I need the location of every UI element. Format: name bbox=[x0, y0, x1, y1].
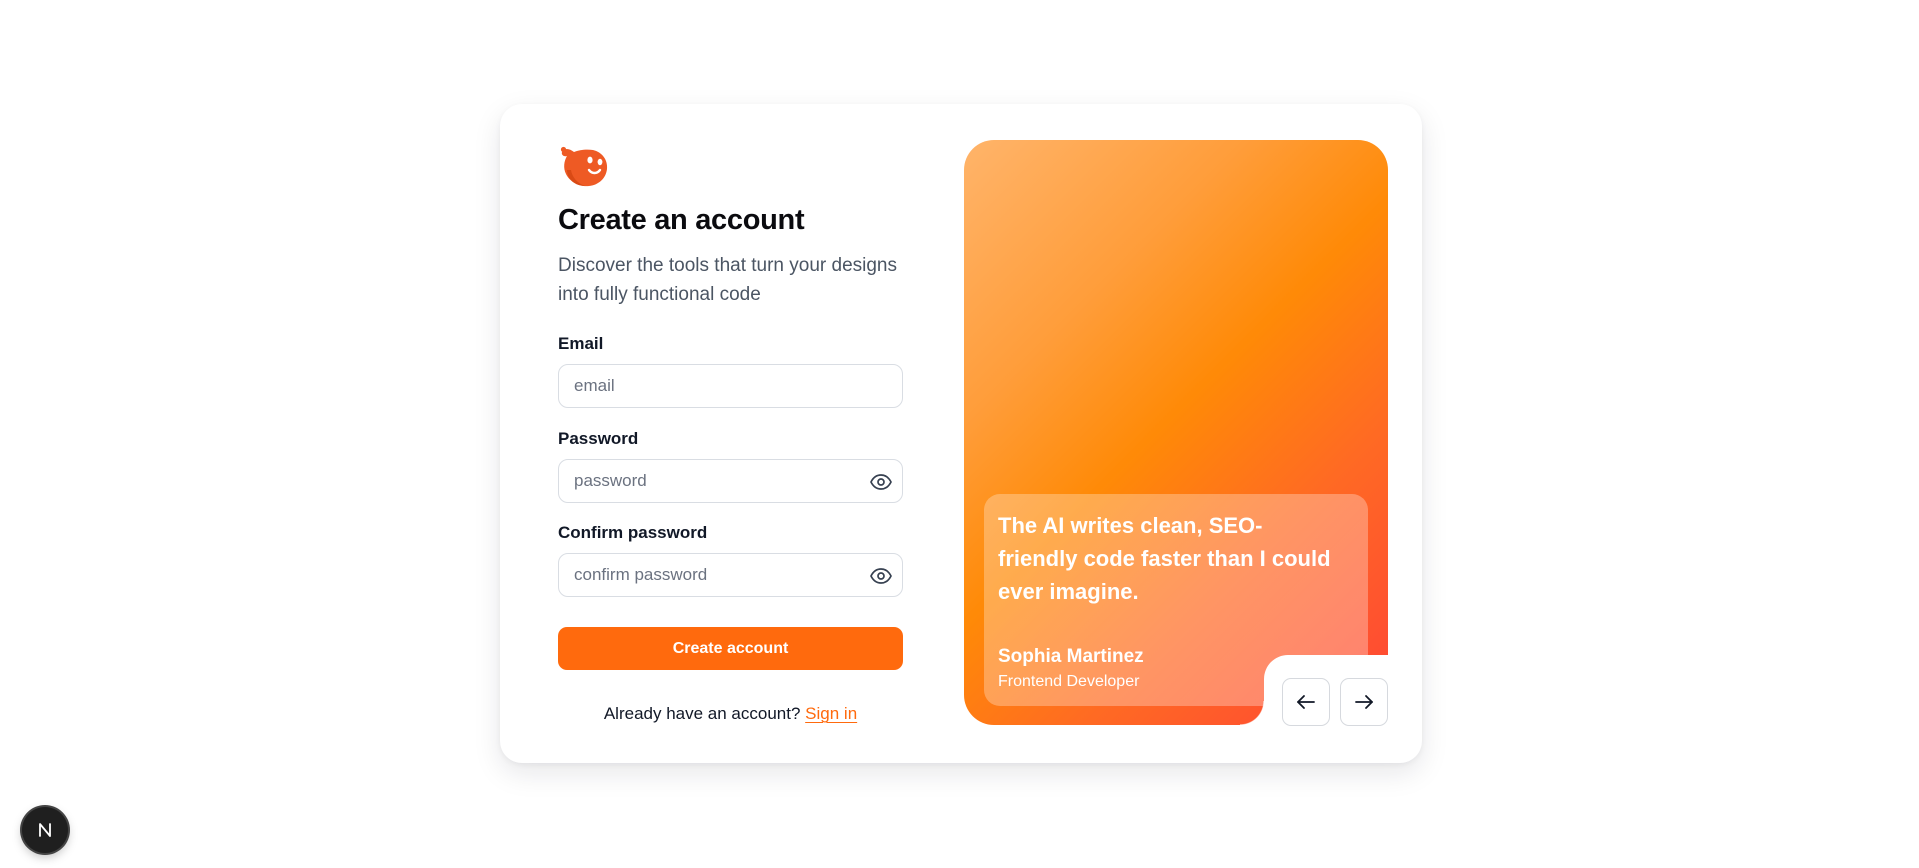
mascot-logo-icon bbox=[560, 146, 608, 187]
dev-tools-badge[interactable] bbox=[22, 807, 68, 853]
signup-form: Create an account Discover the tools tha… bbox=[558, 140, 903, 723]
page-subtitle: Discover the tools that turn your design… bbox=[558, 255, 898, 305]
email-input[interactable] bbox=[559, 365, 902, 407]
next-testimonial-button[interactable] bbox=[1340, 678, 1388, 726]
arrow-right-icon bbox=[1355, 695, 1373, 709]
eye-icon[interactable] bbox=[868, 563, 894, 589]
testimonial-quote: The AI writes clean, SEO-friendly code f… bbox=[998, 513, 1331, 604]
page-title: Create an account bbox=[558, 204, 805, 236]
email-input-wrapper bbox=[558, 364, 903, 408]
confirm-password-input-wrapper bbox=[558, 553, 903, 597]
create-account-button[interactable]: Create account bbox=[558, 627, 903, 670]
previous-testimonial-button[interactable] bbox=[1282, 678, 1330, 726]
password-input-wrapper bbox=[558, 459, 903, 503]
email-field-group: Email bbox=[558, 334, 903, 408]
testimonial-panel: The AI writes clean, SEO-friendly code f… bbox=[964, 140, 1388, 726]
n-letter-icon bbox=[39, 823, 51, 837]
password-input[interactable] bbox=[559, 460, 902, 502]
password-field-group: Password bbox=[558, 429, 903, 503]
confirm-password-label: Confirm password bbox=[558, 523, 708, 542]
signin-row: Already have an account? Sign in bbox=[558, 704, 903, 724]
email-label: Email bbox=[558, 334, 604, 353]
password-label: Password bbox=[558, 429, 639, 448]
arrow-left-icon bbox=[1297, 695, 1315, 709]
signin-prompt: Already have an account? bbox=[603, 704, 801, 723]
eye-icon[interactable] bbox=[868, 469, 894, 495]
confirm-password-input[interactable] bbox=[559, 554, 902, 596]
signup-card: Create an account Discover the tools tha… bbox=[500, 104, 1422, 763]
testimonial-author: Sophia Martinez bbox=[998, 646, 1144, 667]
confirm-password-field-group: Confirm password bbox=[558, 523, 903, 597]
signin-link[interactable]: Sign in bbox=[805, 704, 857, 723]
testimonial-role: Frontend Developer bbox=[998, 673, 1140, 690]
